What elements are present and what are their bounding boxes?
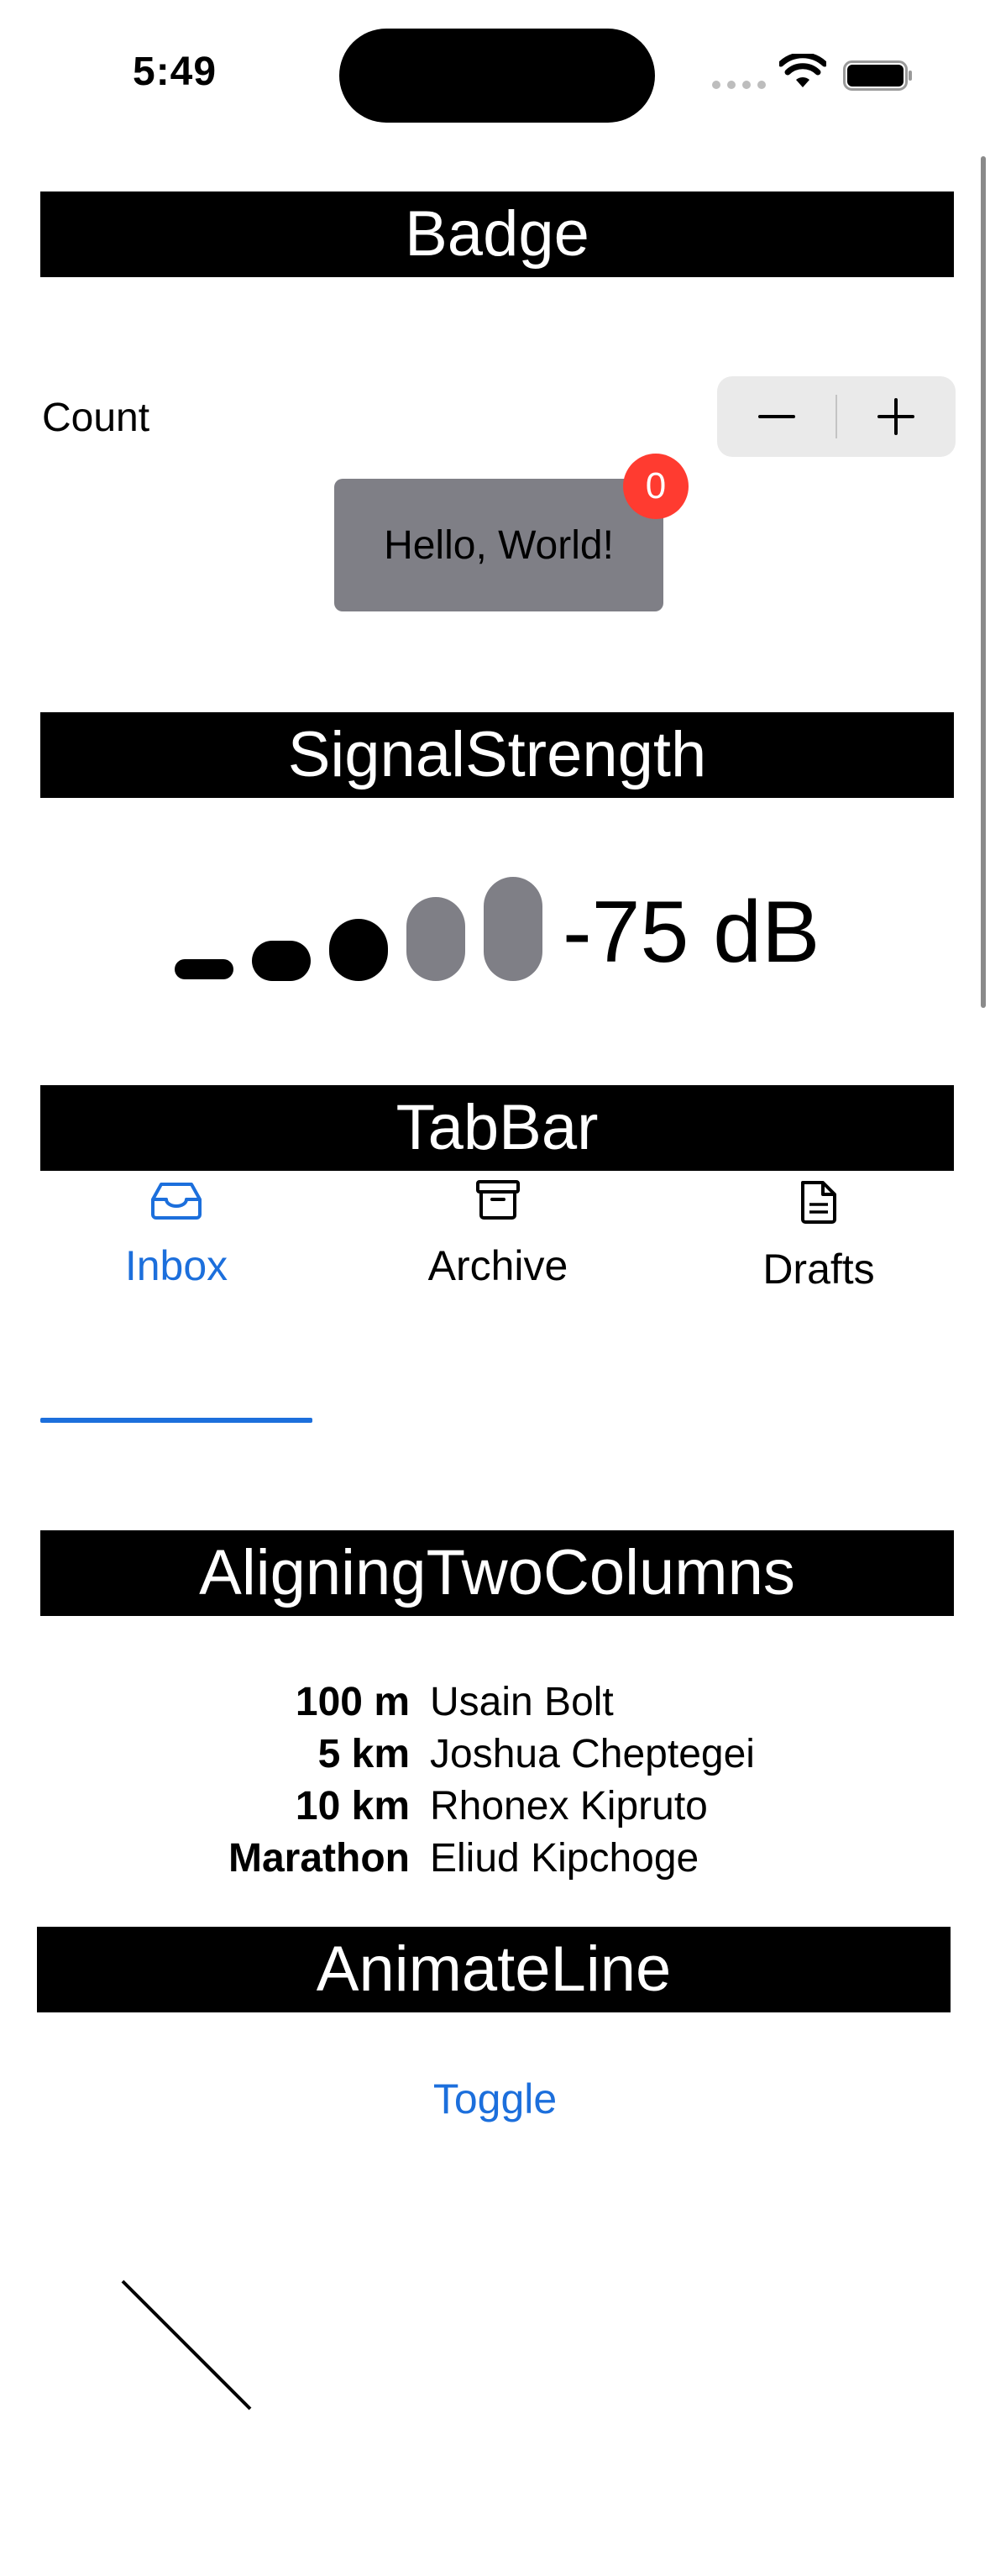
document-icon (801, 1181, 836, 1224)
signal-bar (406, 897, 465, 981)
signal-bar (484, 877, 542, 981)
tab-label: Inbox (124, 1242, 228, 1289)
section-header-tabbar: TabBar (40, 1085, 954, 1171)
signal-bar (329, 919, 388, 981)
notification-badge: 0 (623, 454, 689, 519)
athlete-name: Usain Bolt (430, 1680, 614, 1724)
section-header-animate: AnimateLine (37, 1927, 951, 2012)
plus-icon (877, 398, 914, 435)
distance-label: 100 m (295, 1680, 410, 1724)
tab-label: Archive (427, 1242, 568, 1289)
decrement-button[interactable] (717, 376, 836, 457)
hello-world-label: Hello, World! (334, 479, 663, 611)
section-header-badge: Badge (40, 191, 954, 277)
distance-label: Marathon (228, 1836, 410, 1881)
signal-bar (252, 941, 311, 981)
list-item: 5 km Joshua Cheptegei (0, 1729, 990, 1781)
distance-label: 5 km (317, 1732, 410, 1776)
tab-inbox[interactable]: Inbox (38, 1179, 315, 1347)
archive-icon (476, 1180, 520, 1220)
tab-label: Drafts (762, 1246, 875, 1293)
count-stepper[interactable] (717, 376, 956, 457)
tab-drafts[interactable]: Drafts (680, 1179, 957, 1347)
list-item: 10 km Rhonex Kipruto (0, 1781, 990, 1833)
signal-value: -75 dB (563, 884, 820, 981)
minus-icon (758, 415, 795, 418)
inbox-icon (151, 1183, 202, 1220)
cellular-icon (712, 81, 766, 89)
battery-icon (843, 60, 912, 91)
athlete-name: Eliud Kipchoge (430, 1836, 699, 1881)
section-header-columns: AligningTwoColumns (40, 1530, 954, 1616)
increment-button[interactable] (836, 376, 956, 457)
distance-label: 10 km (295, 1784, 410, 1828)
scroll-indicator[interactable] (981, 156, 986, 1008)
signal-bar (175, 959, 233, 979)
list-item: 100 m Usain Bolt (0, 1676, 990, 1729)
athlete-name: Rhonex Kipruto (430, 1784, 708, 1828)
list-item: Marathon Eliud Kipchoge (0, 1833, 990, 1885)
athlete-name: Joshua Cheptegei (430, 1732, 755, 1776)
race-records-list: 100 m Usain Bolt 5 km Joshua Cheptegei 1… (0, 1676, 990, 1885)
animated-line (121, 2280, 252, 2411)
status-time: 5:49 (133, 50, 217, 94)
count-label: Count (42, 396, 150, 440)
section-header-signal: SignalStrength (40, 712, 954, 798)
toggle-button[interactable]: Toggle (0, 2075, 990, 2123)
wifi-icon (779, 54, 826, 87)
dynamic-island (339, 29, 655, 123)
tab-selection-indicator (40, 1418, 312, 1423)
tab-archive[interactable]: Archive (359, 1179, 636, 1347)
